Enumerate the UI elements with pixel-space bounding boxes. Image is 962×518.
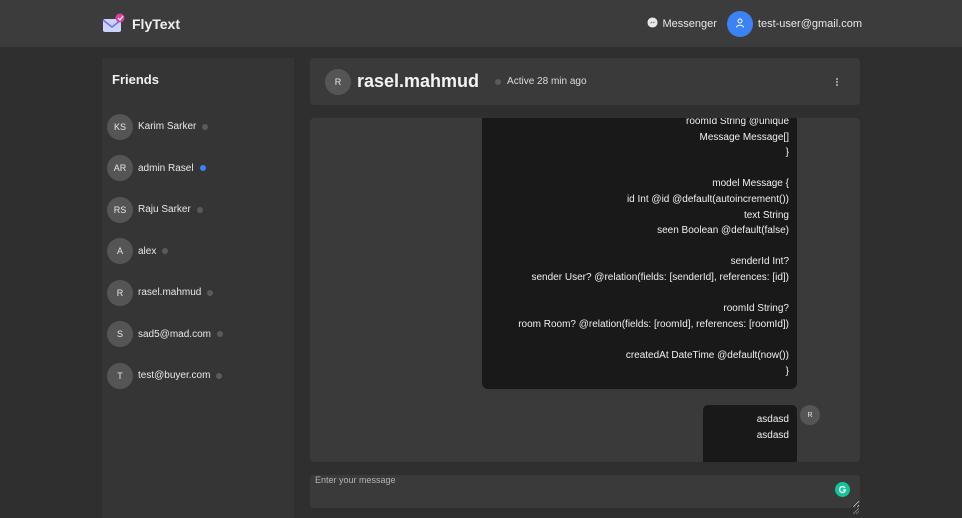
sidebar-title: Friends — [112, 72, 159, 87]
message-line: asdasd — [756, 414, 789, 425]
friend-avatar: T — [107, 362, 133, 389]
messenger-label: Messenger — [662, 17, 717, 30]
friend-avatar: R — [107, 279, 133, 306]
status-dot — [207, 289, 214, 296]
message-line: seen Boolean @default(false) — [657, 225, 789, 237]
nav-right: Messenger test-user@gmail.com — [647, 10, 862, 37]
friend-avatar: RS — [107, 196, 133, 223]
status-dot — [495, 78, 502, 85]
message-line: roomId String @unique — [686, 118, 789, 127]
envelope-logo-icon — [102, 13, 126, 35]
chat-partner-name: rasel.mahmud — [357, 71, 480, 91]
friend-avatar: KS — [107, 113, 133, 140]
status-dot — [162, 248, 169, 255]
more-options-icon[interactable] — [832, 75, 842, 89]
friend-avatar: AR — [107, 155, 133, 182]
messenger-link[interactable]: Messenger — [647, 16, 717, 31]
brand-name: FlyText — [132, 15, 180, 32]
message-line — [490, 286, 789, 302]
message-line: roomId String? — [723, 303, 789, 315]
message-line — [490, 161, 789, 177]
status-dot — [216, 372, 223, 379]
message-line: createdAt DateTime @default(now()) — [625, 349, 789, 361]
friend-name: rasel.mahmud — [138, 287, 202, 299]
friend-avatar: A — [107, 238, 133, 265]
message-composer — [310, 475, 860, 515]
message-line — [490, 332, 789, 348]
messenger-icon — [647, 16, 659, 31]
message-line: id Int @id @default(autoincrement()) — [626, 193, 789, 205]
status-dot — [199, 165, 206, 172]
chat-partner-avatar: R — [325, 68, 351, 95]
friend-item[interactable]: AR admin Rasel — [102, 148, 294, 190]
grammarly-icon[interactable] — [835, 482, 850, 497]
friend-item[interactable]: S sad5@mad.com — [102, 314, 294, 356]
message-bubble: asdasd asdasd — [703, 405, 797, 462]
user-avatar[interactable] — [726, 10, 753, 37]
chat-partner-status: Active 28 min ago — [507, 76, 587, 87]
message-line: Message Message[] — [699, 131, 790, 143]
friend-name: alex — [138, 245, 157, 257]
message-line: } — [785, 365, 789, 377]
friend-item[interactable]: R rasel.mahmud — [102, 272, 294, 314]
message-line: text String — [743, 209, 789, 221]
message-input[interactable] — [310, 475, 860, 508]
message-bubble: roomId String @unique Message Message[] … — [482, 118, 797, 389]
brand[interactable]: FlyText — [102, 13, 180, 35]
message-sender-avatar: R — [800, 405, 820, 425]
message-line: senderId Int? — [730, 256, 789, 268]
friend-item[interactable]: T test@buyer.com — [102, 355, 294, 397]
friend-item[interactable]: A alex — [102, 231, 294, 273]
friend-item[interactable]: RS Raju Sarker — [102, 189, 294, 231]
status-dot — [216, 331, 223, 338]
message-line: room Room? @relation(fields: [roomId], r… — [518, 318, 789, 330]
message-line: sender User? @relation(fields: [senderId… — [531, 271, 790, 283]
user-icon — [735, 15, 745, 33]
friend-name: Karim Sarker — [138, 121, 197, 133]
friend-name: Raju Sarker — [138, 204, 191, 216]
top-navbar: FlyText Messenger test-user@gmail.com — [0, 0, 962, 47]
friend-avatar: S — [107, 321, 133, 348]
resize-handle-icon[interactable] — [852, 501, 860, 515]
status-dot — [196, 206, 203, 213]
message-line: } — [785, 147, 789, 159]
chat-header: R rasel.mahmud Active 28 min ago — [310, 58, 860, 105]
user-email[interactable]: test-user@gmail.com — [758, 18, 862, 30]
friend-item[interactable]: KS Karim Sarker — [102, 106, 294, 148]
message-line: asdasd — [756, 429, 789, 441]
messages-panel[interactable]: roomId String @unique Message Message[] … — [310, 118, 860, 462]
friend-name: test@buyer.com — [138, 370, 211, 382]
message-line — [490, 239, 789, 255]
status-dot — [202, 123, 209, 130]
friend-name: sad5@mad.com — [138, 328, 211, 340]
friend-name: admin Rasel — [138, 162, 194, 174]
message-line: model Message { — [712, 178, 789, 190]
friends-sidebar: Friends KS Karim Sarker AR admin Rasel R… — [102, 58, 294, 518]
